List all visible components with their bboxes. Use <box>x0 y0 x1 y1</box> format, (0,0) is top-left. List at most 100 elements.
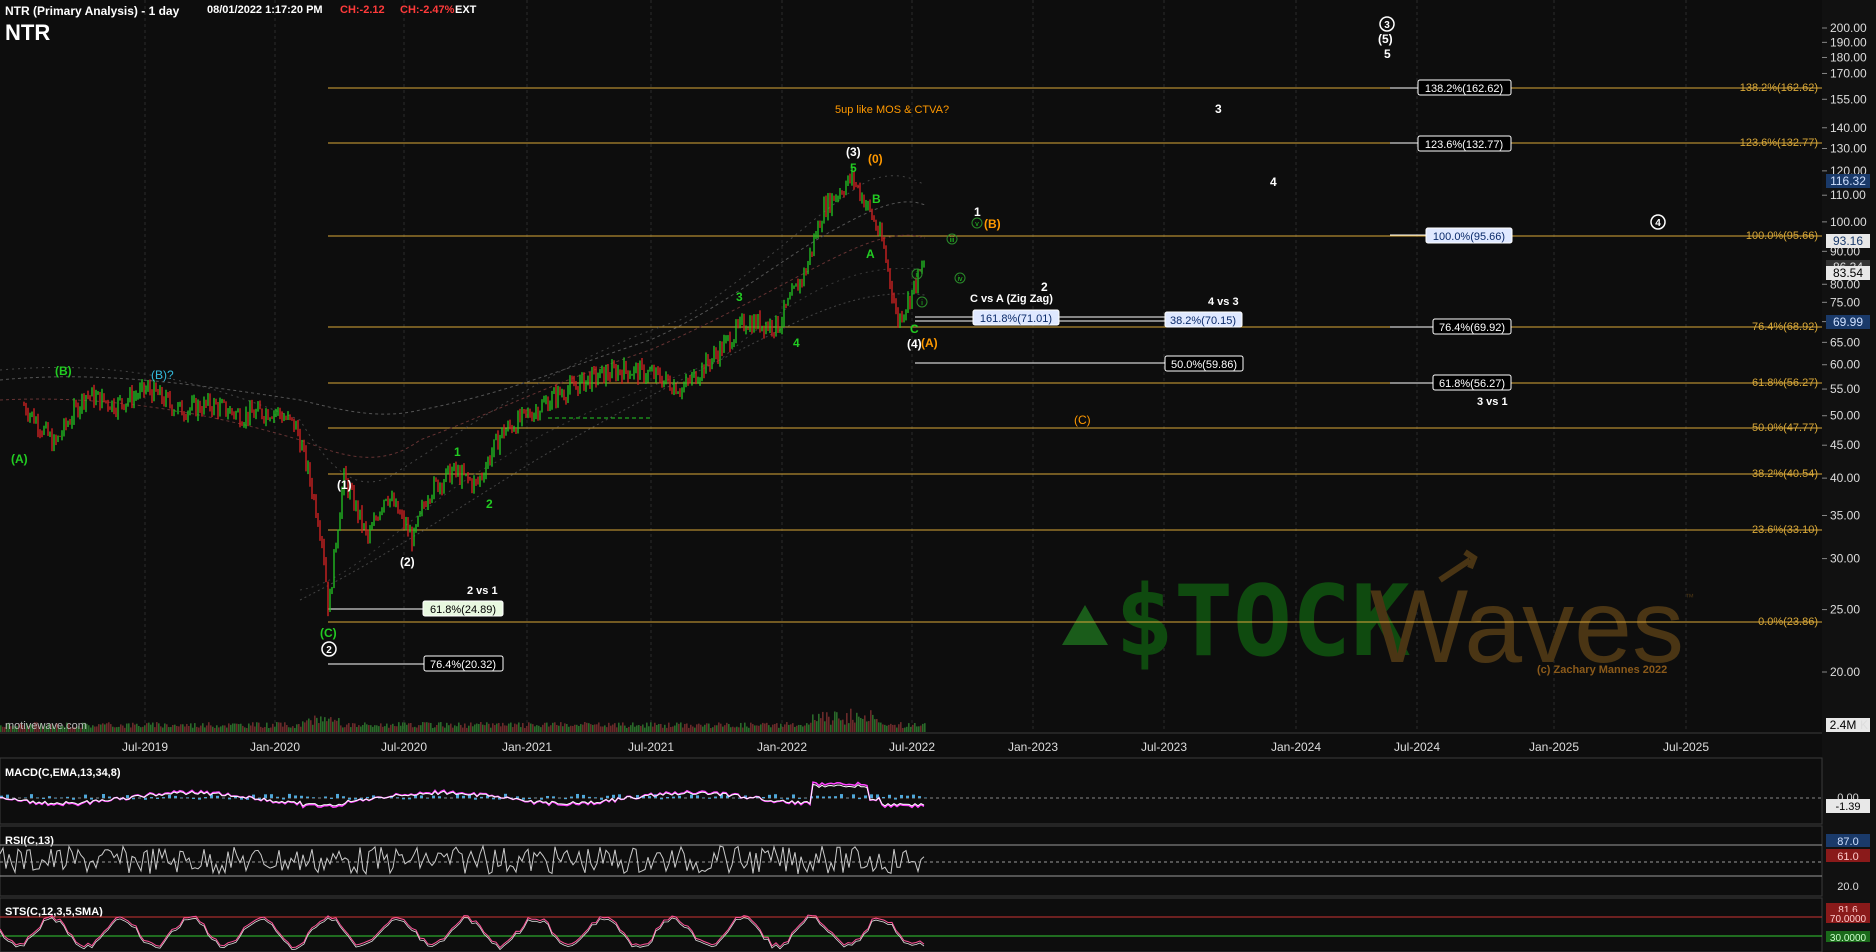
macd-hist-bar <box>348 798 351 800</box>
volume-bar <box>132 722 134 732</box>
volume-bar <box>186 723 188 732</box>
volume-bar <box>248 723 250 732</box>
volume-bar <box>908 723 910 732</box>
macd-hist-bar <box>786 798 789 800</box>
wave-label-C-green: (C) <box>320 626 337 640</box>
volume-bar <box>902 727 904 732</box>
volume-bar <box>262 727 264 732</box>
price-axis-label: 155.00 <box>1830 92 1867 106</box>
macd-hist-bar <box>594 797 597 798</box>
volume-bar <box>642 724 644 732</box>
volume-bar <box>854 722 856 732</box>
volume-bar <box>336 720 338 732</box>
volume-bar <box>898 724 900 732</box>
volume-bar <box>656 725 658 732</box>
stoch-value-70: 70.0000 <box>1830 914 1867 925</box>
price-axis-label: 180.00 <box>1830 50 1867 64</box>
macd-hist-bar <box>762 796 765 798</box>
volume-bar <box>912 724 914 732</box>
volume-bar <box>326 721 328 732</box>
volume-bar <box>226 727 228 732</box>
volume-bar <box>600 726 602 732</box>
volume-bar <box>730 727 732 732</box>
volume-bar <box>494 725 496 732</box>
volume-bar <box>760 724 762 732</box>
time-label-jul2021: Jul-2021 <box>628 740 674 754</box>
macd-hist-bar <box>342 796 345 798</box>
volume-bar <box>360 726 362 732</box>
macd-hist-bar <box>660 798 663 800</box>
volume-bar <box>150 724 152 732</box>
volume-bar <box>788 724 790 732</box>
volume-bar <box>142 726 144 732</box>
macd-hist-bar <box>126 795 129 798</box>
time-label-jan2021: Jan-2021 <box>502 740 552 754</box>
wave-label-B-orange: (B) <box>984 217 1001 231</box>
macd-hist-bar <box>870 794 873 798</box>
volume-bar <box>450 723 452 732</box>
volume-bar <box>128 723 130 732</box>
macd-hist-bar <box>6 794 9 798</box>
volume-bar <box>496 723 498 732</box>
fib-label-764: 76.4%(68.92) <box>1752 321 1818 333</box>
volume-bar <box>436 724 438 732</box>
volume-bar <box>688 727 690 732</box>
ext-label: EXT <box>455 4 477 16</box>
volume-bar <box>370 725 372 732</box>
volume-bar <box>420 725 422 732</box>
volume-bar <box>746 726 748 732</box>
price-axis-label: 140.00 <box>1830 121 1867 135</box>
volume-bar <box>634 726 636 732</box>
macd-hist-bar <box>522 798 525 800</box>
volume-bar <box>896 727 898 732</box>
volume-bar <box>382 726 384 732</box>
volume-bar <box>572 725 574 732</box>
macd-hist-bar <box>66 796 69 798</box>
volume-bar <box>100 724 102 732</box>
macd-hist-bar <box>36 797 39 798</box>
volume-bar <box>592 724 594 732</box>
macd-hist-bar <box>714 796 717 798</box>
price-axis-label: 200.00 <box>1830 21 1867 35</box>
volume-bar <box>526 725 528 732</box>
macd-hist-bar <box>300 795 303 798</box>
volume-bar <box>734 727 736 732</box>
volume-bar <box>694 727 696 732</box>
volume-bar <box>598 722 600 732</box>
macd-hist-bar <box>462 795 465 798</box>
volume-bar <box>810 722 812 732</box>
macd-hist-bar <box>774 794 777 798</box>
volume-bar <box>476 723 478 732</box>
volume-bar <box>218 727 220 732</box>
volume-bar <box>848 723 850 732</box>
macd-hist-bar <box>840 794 843 798</box>
volume-bar <box>190 723 192 732</box>
macd-hist-bar <box>828 796 831 798</box>
volume-bar <box>830 724 832 732</box>
macd-hist-bar <box>696 795 699 798</box>
volume-bar <box>208 722 210 732</box>
volume-bar <box>506 725 508 732</box>
volume-bar <box>164 723 166 732</box>
volume-bar <box>604 725 606 732</box>
macd-hist-bar <box>90 798 93 800</box>
volume-bar <box>904 727 906 732</box>
volume-bar <box>538 725 540 732</box>
volume-bar <box>228 723 230 732</box>
volume-bar <box>466 727 468 732</box>
price-axis-label: 40.00 <box>1830 471 1860 485</box>
volume-bar <box>540 727 542 732</box>
volume-bar <box>588 723 590 732</box>
time-label-jan2022: Jan-2022 <box>757 740 807 754</box>
volume-bar <box>484 725 486 732</box>
volume-bar <box>782 726 784 732</box>
volume-bar <box>868 721 870 732</box>
fib-label-1000: 100.0%(95.66) <box>1746 230 1818 242</box>
volume-bar <box>92 725 94 732</box>
volume-bar <box>184 726 186 732</box>
volume-bar <box>884 724 886 732</box>
wave-label-C-orange: (C) <box>1074 413 1091 427</box>
volume-bar <box>212 726 214 732</box>
volume-bar <box>480 722 482 732</box>
fib-box-1236: 123.6%(132.77) <box>1425 139 1503 151</box>
